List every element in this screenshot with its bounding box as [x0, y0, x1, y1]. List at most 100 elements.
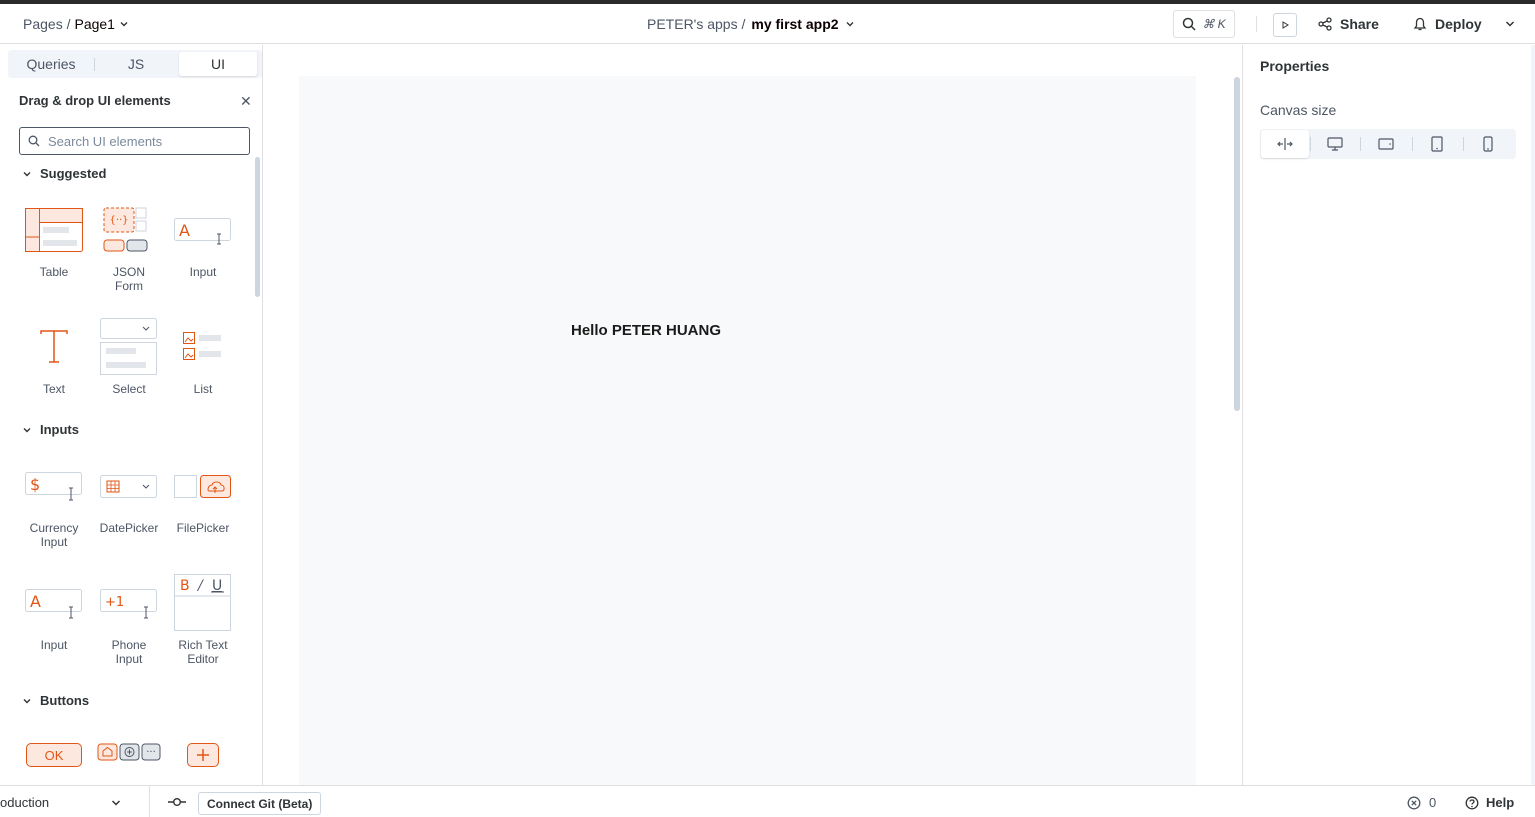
canvas-size-label: Canvas size [1260, 102, 1337, 118]
widget-label: Input [40, 638, 68, 652]
chevron-down-icon[interactable] [110, 797, 122, 809]
tab-ui[interactable]: UI [179, 52, 257, 76]
icon-button-widget-icon [187, 743, 219, 767]
select-widget-icon [100, 318, 157, 375]
text-widget-icon [40, 330, 68, 363]
page-breadcrumb[interactable]: Pages / Page1 [23, 16, 129, 32]
property-pane-title: Properties [1260, 58, 1330, 74]
sidebar-scrollbar[interactable] [255, 157, 260, 297]
section-buttons[interactable]: Buttons [22, 693, 89, 708]
help-button[interactable]: Help [1465, 795, 1514, 810]
preview-button[interactable] [1273, 13, 1297, 37]
fluid-width-icon [1277, 138, 1293, 150]
close-icon[interactable]: ✕ [240, 93, 252, 110]
widget-card-json-form[interactable]: {··} JSON Form [94, 202, 164, 293]
svg-text:A: A [179, 221, 190, 240]
widget-card-input-2[interactable]: A Input [19, 575, 89, 652]
size-fluid-width[interactable] [1261, 130, 1309, 158]
search-icon [1183, 17, 1196, 31]
widget-label: Text [42, 382, 65, 396]
help-icon [1465, 796, 1479, 809]
app-header: Pages / Page1 PETER's apps / my first ap… [0, 4, 1535, 44]
widget-card-filepicker[interactable]: FilePicker [168, 458, 238, 535]
footer-divider [149, 786, 150, 817]
filepicker-widget-icon [174, 475, 231, 498]
size-mobile[interactable] [1464, 129, 1512, 159]
header-divider [1256, 16, 1257, 32]
chevron-down-icon [23, 427, 31, 432]
search-icon [28, 135, 40, 147]
widget-card-icon-button[interactable] [168, 740, 238, 767]
canvas-size-selector [1260, 129, 1516, 159]
widget-card-table[interactable]: Table [19, 202, 89, 279]
chevron-down-icon [23, 698, 31, 703]
size-desktop[interactable] [1311, 129, 1359, 159]
connect-git-button[interactable]: Connect Git (Beta) [198, 792, 322, 815]
deploy-button[interactable]: Deploy [1413, 16, 1482, 32]
widget-card-list[interactable]: List [168, 319, 238, 396]
shortcut-hint: ⌘ K [1202, 17, 1226, 31]
widget-card-text[interactable]: Text [19, 319, 89, 396]
entity-explorer-sidebar: Queries JS UI Drag & drop UI elements ✕ … [6, 45, 263, 785]
property-pane: Properties Canvas size [1242, 45, 1535, 785]
text-widget-hello[interactable]: Hello PETER HUANG [571, 322, 721, 339]
chevron-down-icon [846, 22, 854, 27]
widget-card-button-group[interactable]: ··· [94, 740, 164, 761]
widget-label: List [193, 382, 213, 396]
explorer-tabs: Queries JS UI [8, 50, 262, 78]
right-edge-panel [1531, 45, 1535, 785]
section-inputs[interactable]: Inputs [22, 422, 79, 437]
svg-text:B: B [180, 578, 190, 594]
tab-queries[interactable]: Queries [8, 50, 94, 78]
error-count-indicator[interactable]: 0 [1407, 795, 1436, 810]
svg-text:{··}: {··} [109, 215, 128, 226]
play-icon [1282, 21, 1289, 29]
bottom-bar: oduction Connect Git (Beta) 0 Help [0, 785, 1535, 817]
svg-text:+1: +1 [105, 595, 124, 610]
editor-canvas-area: Hello PETER HUANG [263, 45, 1242, 785]
panel-title: Drag & drop UI elements [19, 93, 171, 108]
search-ui-elements-field[interactable] [19, 127, 250, 155]
widget-card-button[interactable]: OK [19, 740, 89, 767]
app-name[interactable]: my first app2 [751, 16, 838, 32]
tablet-landscape-icon [1378, 138, 1394, 150]
app-title[interactable]: PETER's apps / my first app2 [647, 16, 855, 32]
widget-label: DatePicker [99, 521, 159, 535]
button-widget-icon: OK [26, 743, 82, 767]
section-suggested[interactable]: Suggested [22, 166, 106, 181]
svg-text:$: $ [30, 475, 40, 494]
table-widget-icon [25, 208, 83, 252]
input-widget-icon: A [25, 589, 82, 619]
size-tablet-portrait[interactable] [1413, 129, 1461, 159]
tab-js[interactable]: JS [94, 50, 178, 78]
widget-card-datepicker[interactable]: DatePicker [94, 458, 164, 535]
section-title: Inputs [40, 422, 79, 437]
deploy-options-chevron-icon[interactable] [1504, 18, 1516, 30]
desktop-icon [1327, 137, 1343, 151]
search-input[interactable] [48, 133, 238, 149]
widget-card-select[interactable]: Select [94, 318, 164, 396]
widget-card-currency-input[interactable]: $ Currency Input [19, 458, 89, 549]
omnibar-search-button[interactable]: ⌘ K [1173, 10, 1235, 38]
canvas-scrollbar[interactable] [1234, 77, 1240, 411]
rich-text-editor-widget-icon: B / U [174, 574, 231, 631]
size-tablet-landscape[interactable] [1362, 129, 1410, 159]
section-title: Suggested [40, 166, 107, 181]
widget-card-rich-text-editor[interactable]: B / U Rich Text Editor [168, 574, 238, 666]
widget-label: FilePicker [176, 521, 230, 535]
widget-card-input[interactable]: A Input [168, 202, 238, 279]
widget-card-phone-input[interactable]: +1 Phone Input [94, 575, 164, 666]
chevron-down-icon [120, 22, 128, 27]
environment-selector[interactable]: oduction [0, 795, 49, 810]
workspace-name: PETER's apps / [647, 16, 746, 32]
tablet-portrait-icon [1431, 136, 1443, 152]
share-button[interactable]: Share [1318, 16, 1379, 32]
widget-label: JSON Form [112, 265, 145, 293]
breadcrumb-page[interactable]: Page1 [74, 16, 114, 32]
widget-label: Rich Text Editor [178, 638, 228, 666]
button-group-widget-icon: ··· [97, 743, 161, 761]
chevron-down-icon [23, 171, 31, 176]
error-count: 0 [1429, 795, 1437, 810]
mobile-icon [1483, 136, 1493, 152]
main-canvas[interactable]: Hello PETER HUANG [299, 76, 1196, 785]
